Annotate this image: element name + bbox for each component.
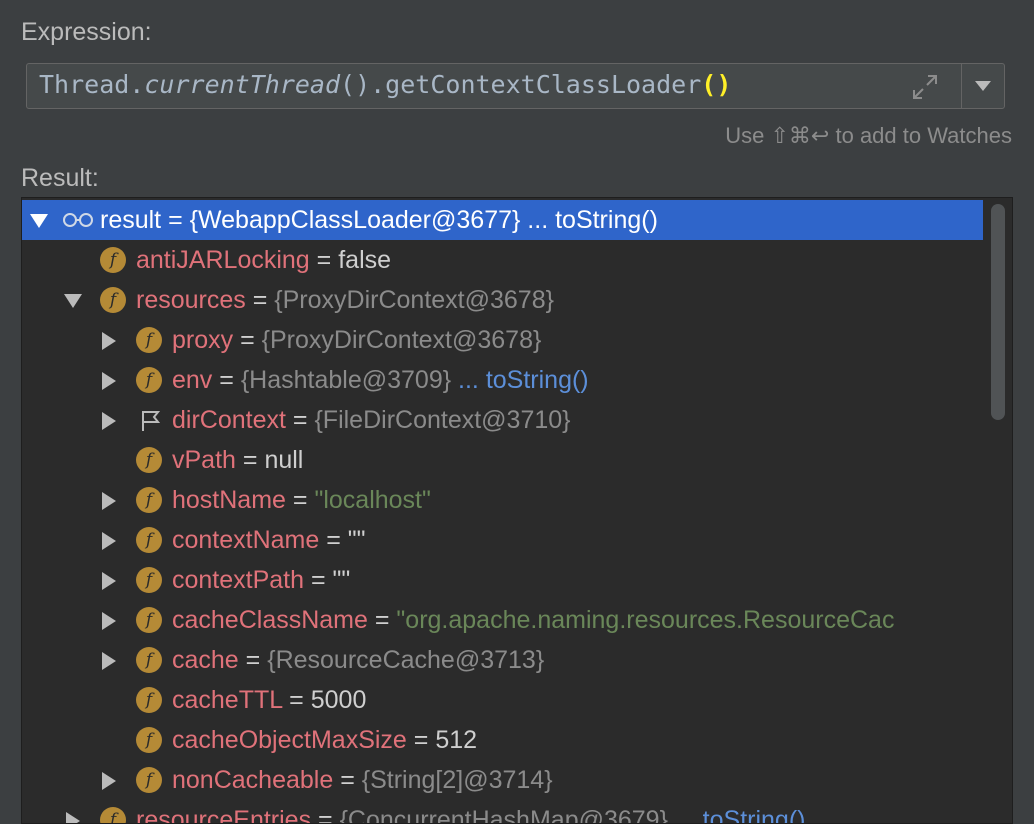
node-text: result = {WebappClassLoader@3677} ... to… xyxy=(100,206,658,234)
tree-row-hostName[interactable]: f hostName = "localhost" xyxy=(22,480,983,520)
field-icon: f xyxy=(136,367,162,393)
tree-row-cacheTTL[interactable]: f cacheTTL = 5000 xyxy=(22,680,983,720)
collapsed-arrow-icon[interactable] xyxy=(100,652,118,670)
tree-row-contextName[interactable]: f contextName = "" xyxy=(22,520,983,560)
node-text: contextName = "" xyxy=(172,526,366,554)
collapsed-arrow-icon[interactable] xyxy=(100,772,118,790)
expression-prefix: Thread. xyxy=(39,70,145,99)
expression-input[interactable]: Thread.currentThread().getContextClassLo… xyxy=(26,63,1005,109)
tree-row-contextPath[interactable]: f contextPath = "" xyxy=(22,560,983,600)
expression-label: Expression: xyxy=(21,18,152,46)
tree-row-dirContext[interactable]: dirContext = {FileDirContext@3710} xyxy=(22,400,983,440)
node-text: nonCacheable = {String[2]@3714} xyxy=(172,766,553,794)
field-final-icon: f xyxy=(136,327,162,353)
node-text: proxy = {ProxyDirContext@3678} xyxy=(172,326,542,354)
expanded-arrow-icon[interactable] xyxy=(30,212,48,230)
field-icon: f xyxy=(136,767,162,793)
field-icon: f xyxy=(136,647,162,673)
collapsed-arrow-icon[interactable] xyxy=(100,332,118,350)
node-text: contextPath = "" xyxy=(172,566,351,594)
field-icon: f xyxy=(136,607,162,633)
node-text: cache = {ResourceCache@3713} xyxy=(172,646,545,674)
tree-row-env[interactable]: f env = {Hashtable@3709} ... toString() xyxy=(22,360,983,400)
expanded-arrow-icon[interactable] xyxy=(64,292,82,310)
node-text: cacheClassName = "org.apache.naming.reso… xyxy=(172,606,895,634)
node-text: vPath = null xyxy=(172,446,304,474)
node-text: hostName = "localhost" xyxy=(172,486,431,514)
tree-row-antiJARLocking[interactable]: f antiJARLocking = false xyxy=(22,240,983,280)
expression-parens: () xyxy=(701,70,732,99)
node-text: env = {Hashtable@3709} ... toString() xyxy=(172,366,589,394)
to-string-link[interactable]: ... toString() xyxy=(668,806,806,823)
result-tree[interactable]: result = {WebappClassLoader@3677} ... to… xyxy=(21,197,1013,824)
field-icon: f xyxy=(100,247,126,273)
tree-row-cacheClassName[interactable]: f cacheClassName = "org.apache.naming.re… xyxy=(22,600,983,640)
field-icon: f xyxy=(136,687,162,713)
vertical-scrollbar[interactable] xyxy=(991,204,1005,420)
node-text: resources = {ProxyDirContext@3678} xyxy=(136,286,554,314)
field-icon: f xyxy=(136,567,162,593)
expression-text[interactable]: Thread.currentThread().getContextClassLo… xyxy=(39,70,731,99)
history-dropdown-button[interactable] xyxy=(962,64,1004,108)
collapsed-arrow-icon[interactable] xyxy=(100,572,118,590)
expression-call: ().getContextClassLoader xyxy=(340,70,702,99)
flag-icon xyxy=(142,411,161,431)
tree-row-result[interactable]: result = {WebappClassLoader@3677} ... to… xyxy=(22,200,983,240)
expand-icon[interactable] xyxy=(911,73,939,101)
tree-row-resourceEntries[interactable]: f resourceEntries = {ConcurrentHashMap@3… xyxy=(22,800,983,824)
tree-row-vPath[interactable]: f vPath = null xyxy=(22,440,983,480)
field-icon: f xyxy=(100,807,126,823)
node-text: cacheObjectMaxSize = 512 xyxy=(172,726,478,754)
to-string-link[interactable]: ... toString() xyxy=(520,206,658,234)
field-icon: f xyxy=(136,527,162,553)
collapsed-arrow-icon[interactable] xyxy=(100,612,118,630)
to-string-link[interactable]: ... toString() xyxy=(451,366,589,394)
field-icon: f xyxy=(100,287,126,313)
node-text: dirContext = {FileDirContext@3710} xyxy=(172,406,571,434)
tree-row-nonCacheable[interactable]: f nonCacheable = {String[2]@3714} xyxy=(22,760,983,800)
collapsed-arrow-icon[interactable] xyxy=(100,412,118,430)
collapsed-arrow-icon[interactable] xyxy=(100,372,118,390)
node-text: cacheTTL = 5000 xyxy=(172,686,367,714)
tree-row-resources[interactable]: f resources = {ProxyDirContext@3678} xyxy=(22,280,983,320)
result-label: Result: xyxy=(21,164,99,192)
field-icon: f xyxy=(136,487,162,513)
node-text: resourceEntries = {ConcurrentHashMap@367… xyxy=(136,806,806,823)
watch-glasses-icon xyxy=(63,213,93,227)
field-icon: f xyxy=(136,727,162,753)
expression-method: currentThread xyxy=(144,70,341,99)
node-text: antiJARLocking = false xyxy=(136,246,392,274)
chevron-down-icon xyxy=(975,81,991,91)
field-icon: f xyxy=(136,447,162,473)
collapsed-arrow-icon[interactable] xyxy=(64,812,82,824)
collapsed-arrow-icon[interactable] xyxy=(100,492,118,510)
tree-row-cacheObjectMaxSize[interactable]: f cacheObjectMaxSize = 512 xyxy=(22,720,983,760)
watches-hint: Use ⇧⌘↩ to add to Watches xyxy=(725,123,1012,148)
tree-row-cache[interactable]: f cache = {ResourceCache@3713} xyxy=(22,640,983,680)
collapsed-arrow-icon[interactable] xyxy=(100,532,118,550)
tree-row-proxy[interactable]: f proxy = {ProxyDirContext@3678} xyxy=(22,320,983,360)
